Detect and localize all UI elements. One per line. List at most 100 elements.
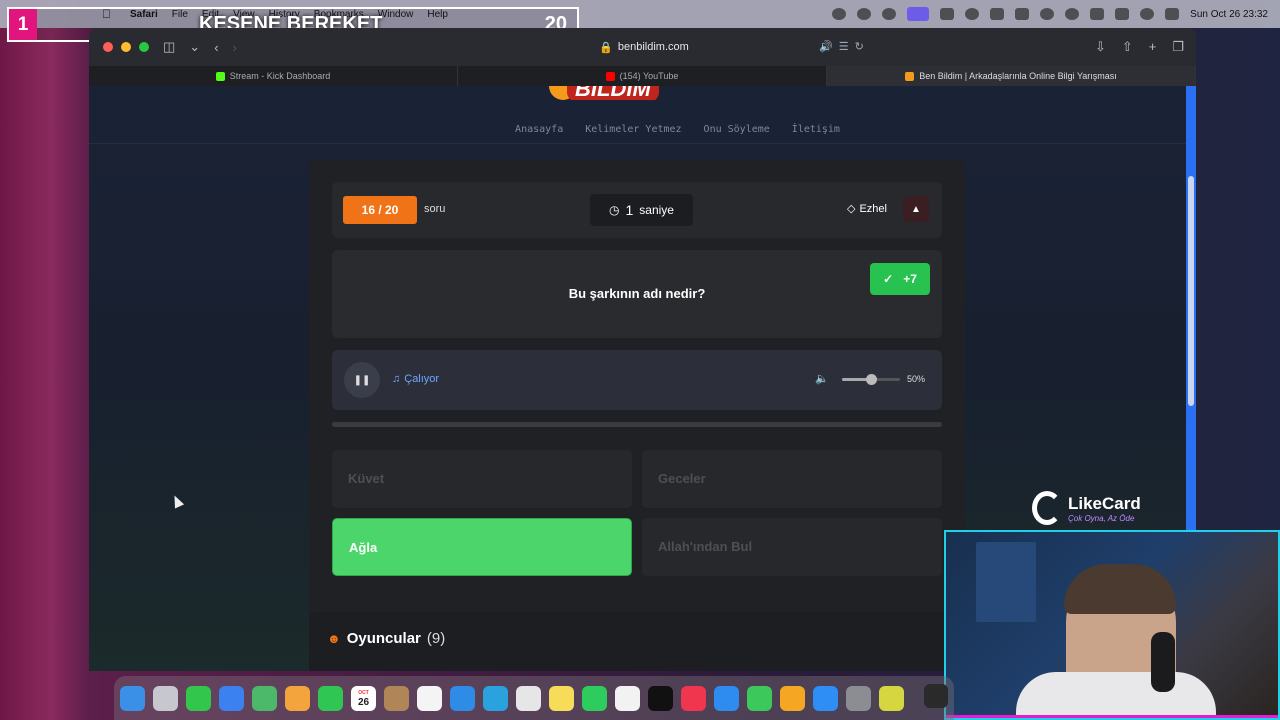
numbers-icon[interactable] [747,685,772,711]
reminders-icon[interactable] [417,685,442,711]
mail-icon[interactable] [219,685,244,711]
photos-icon[interactable] [285,685,310,711]
chat-icon[interactable] [857,8,872,20]
volume-slider[interactable] [842,374,900,385]
keyboard-icon[interactable] [940,8,955,20]
apple-tv-icon[interactable] [648,685,673,711]
share-icon[interactable]: ⇧ [1122,39,1133,55]
tab-label: Stream - Kick Dashboard [229,71,331,81]
address-bar[interactable]: 🔒 benbildim.com [419,36,869,58]
nav-link-onu-soyleme[interactable]: Onu Söyleme [704,116,770,143]
telegram-icon[interactable] [483,685,508,711]
audio-icon[interactable]: 🔊 [819,40,833,53]
tab-label: (154) YouTube [619,71,679,81]
music-note-icon: ♫ [392,373,401,385]
webcam-accent-line [946,715,1278,718]
app-grid-icon[interactable] [924,684,948,708]
finder-icon[interactable] [120,685,145,711]
launchpad-icon[interactable] [153,685,178,711]
dock: OCT 26 [114,676,954,720]
notes-icon[interactable] [549,685,574,711]
answer-option-allahindan-bul[interactable]: Allah'ından Bul [642,518,942,576]
tag-icon: ◇ [847,203,856,215]
lock-icon: 🔒 [599,41,613,54]
play-icon[interactable] [1040,8,1055,20]
scrollbar-thumb[interactable] [1188,176,1194,406]
overlay-index: 1 [9,9,37,40]
player-status: ♫ Çalıyor [392,373,439,385]
reload-icon[interactable]: ↻ [855,40,864,53]
forward-icon[interactable]: › [233,40,237,55]
cloud-icon[interactable] [990,8,1005,20]
players-count: (9) [426,630,446,647]
menu-clock[interactable]: Sun Oct 26 23:32 [1190,9,1268,20]
whatsapp-icon[interactable] [582,685,607,711]
answer-option-kuvet[interactable]: Küvet [332,450,632,508]
microphone [1151,632,1175,692]
pause-button[interactable]: ❚❚ [344,362,380,398]
eye-icon[interactable] [965,8,980,20]
volume-icon[interactable]: 🔈 [815,372,829,385]
streamer-shirt [1016,672,1216,718]
system-settings-icon[interactable] [846,685,871,711]
question-card: Bu şarkının adı nedir? ✓ +7 [332,250,942,338]
contacts-icon[interactable] [384,685,409,711]
artist-tag-label: Ezhel [859,202,887,215]
close-window-button[interactable] [103,42,113,52]
screen-share-icon[interactable] [907,7,930,21]
battery-icon[interactable] [1115,8,1130,20]
globe-icon[interactable] [832,8,847,20]
sync-icon[interactable] [882,8,897,20]
report-button[interactable]: ▲ [903,196,929,222]
freeform-icon[interactable] [615,685,640,711]
score-delta-value: +7 [903,272,917,286]
minimize-window-button[interactable] [121,42,131,52]
app-store-icon[interactable] [813,685,838,711]
logo-text: BİLDİM [567,86,659,100]
webcam-overlay [944,530,1280,720]
chevron-down-icon[interactable]: ⌄ [189,39,200,55]
streamer-hair [1064,564,1176,614]
tab-youtube[interactable]: (154) YouTube [458,66,827,86]
game-icon[interactable] [879,685,904,711]
site-logo[interactable]: BİLDİM [549,86,719,100]
nav-link-iletisim[interactable]: İletişim [792,116,840,143]
music-icon[interactable] [681,685,706,711]
audio-player: ❚❚ ♫ Çalıyor 🔈 50% [332,350,942,410]
translate-icon[interactable]: ☰ [839,40,849,53]
timer-unit: saniye [639,203,674,217]
pages-icon[interactable] [780,685,805,711]
wifi-icon[interactable] [1090,8,1105,20]
keynote-icon[interactable] [714,685,739,711]
maps-icon[interactable] [252,685,277,711]
answer-option-agla[interactable]: Ağla [332,518,632,576]
facetime-icon[interactable] [318,685,343,711]
search-icon[interactable] [1140,8,1155,20]
zoom-window-button[interactable] [139,42,149,52]
control-center-icon[interactable] [1165,8,1180,20]
new-tab-icon[interactable]: + [1149,39,1157,55]
likecard-slogan: Çok Oyna, Az Öde [1068,513,1135,523]
nav-link-kelimeler-yetmez[interactable]: Kelimeler Yetmez [585,116,681,143]
nav-link-home[interactable]: Anasayfa [515,116,563,143]
sidebar-toggle-icon[interactable]: ◫ [163,39,175,55]
toolbar-actions: ⇩ ⇧ + ❐ [1095,39,1184,55]
likecard-sponsor-logo: LikeCard Çok Oyna, Az Öde [1032,491,1141,525]
tab-overview-icon[interactable]: ❐ [1172,39,1184,55]
moon-icon[interactable] [1065,8,1080,20]
chrome-icon[interactable] [516,685,541,711]
menu-extras: Sun Oct 26 23:32 [832,7,1268,21]
download-icon[interactable]: ⇩ [1095,39,1106,55]
question-counter-label: soru [424,203,446,215]
calendar-icon[interactable]: OCT 26 [351,685,376,711]
safari-icon[interactable] [450,685,475,711]
tab-kick-dashboard[interactable]: Stream - Kick Dashboard [89,66,458,86]
volume-slider-knob[interactable] [866,374,877,385]
messages-icon[interactable] [186,685,211,711]
back-icon[interactable]: ‹ [214,40,218,55]
answer-option-geceler[interactable]: Geceler [642,450,942,508]
users-icon: ☻ [327,631,341,646]
tab-ben-bildim[interactable]: Ben Bildim | Arkadaşlarınla Online Bilgi… [827,66,1196,86]
bluetooth-icon[interactable] [1015,8,1030,20]
window-controls [103,42,149,52]
